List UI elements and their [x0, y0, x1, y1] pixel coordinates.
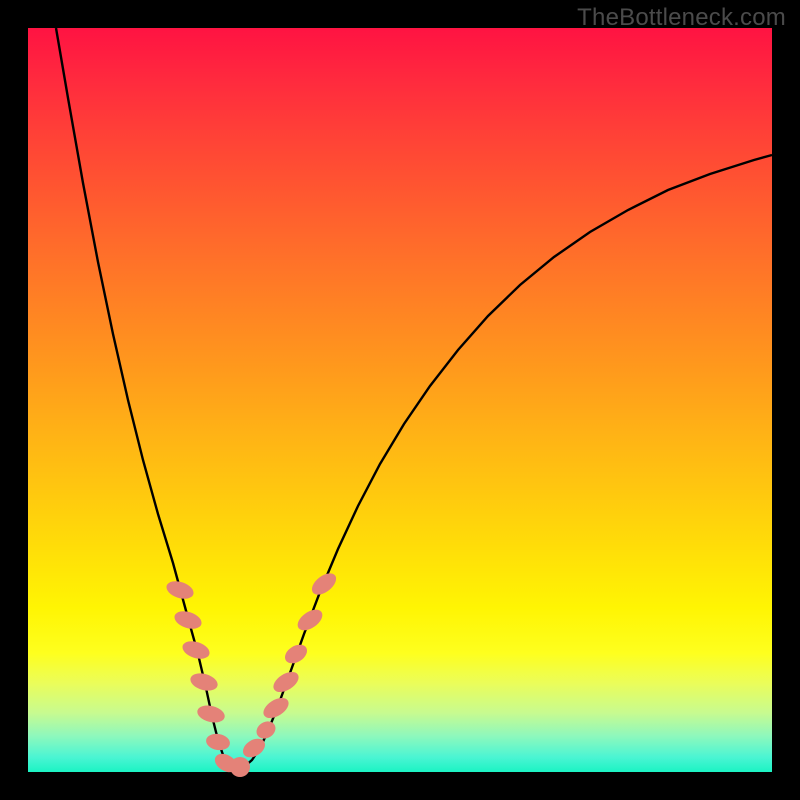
curve-marker: [294, 605, 326, 634]
curve-marker: [260, 694, 292, 722]
plot-area: [28, 28, 772, 772]
curve-marker: [172, 608, 204, 632]
curve-marker: [230, 757, 250, 777]
curve-marker: [188, 670, 219, 693]
curve-markers: [28, 28, 772, 772]
curve-marker: [180, 638, 212, 662]
curve-marker: [308, 569, 340, 599]
curve-marker: [282, 641, 311, 667]
curve-marker: [205, 732, 231, 752]
curve-marker: [270, 668, 302, 696]
marker-group: [164, 569, 340, 777]
chart-frame: TheBottleneck.com: [0, 0, 800, 800]
curve-marker: [164, 578, 196, 602]
curve-marker: [195, 703, 226, 725]
watermark-label: TheBottleneck.com: [577, 4, 786, 32]
curve-marker: [253, 718, 278, 742]
curve-marker: [240, 735, 269, 761]
